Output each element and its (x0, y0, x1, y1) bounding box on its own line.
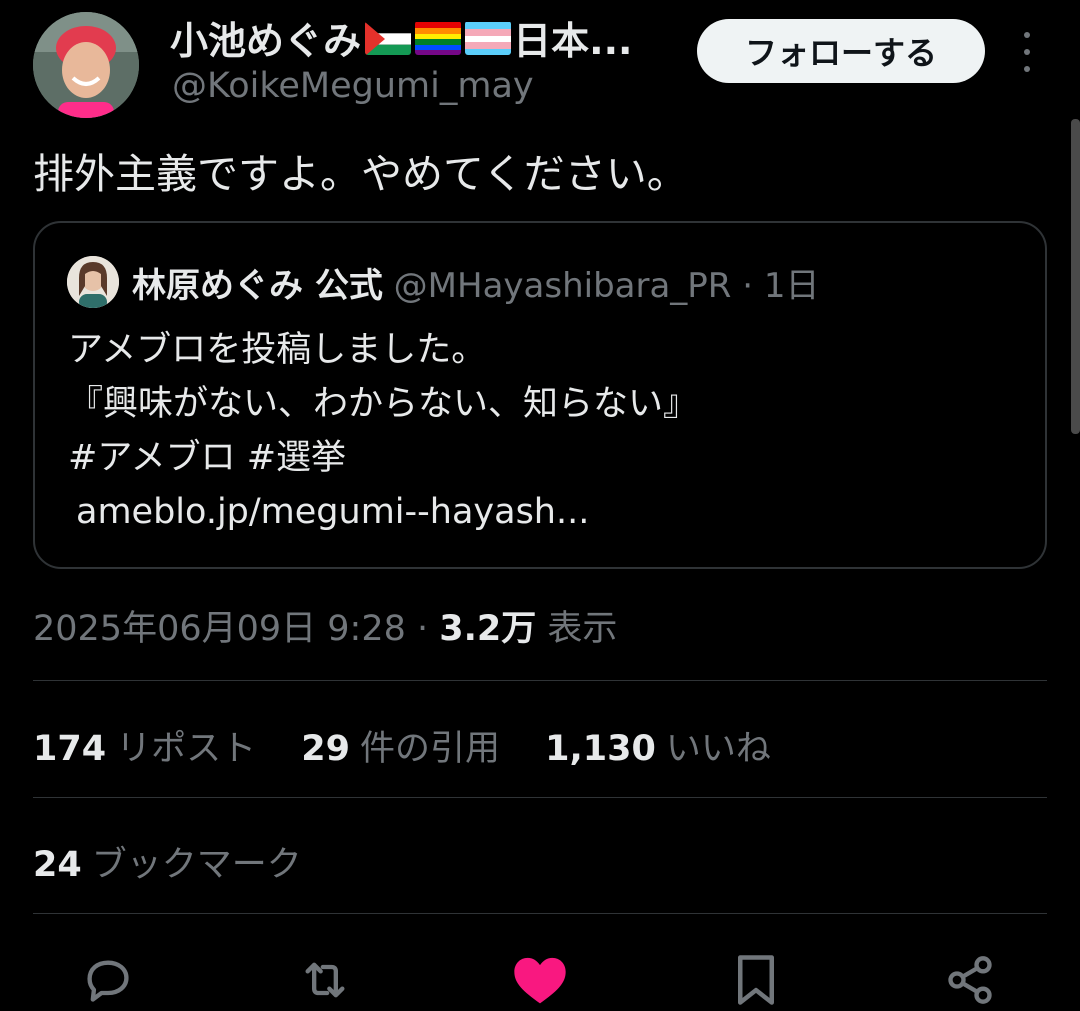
engagement-stats: 174 リポスト 29 件の引用 1,130 いいね (33, 720, 805, 771)
meta-separator: · (405, 609, 440, 649)
author-name[interactable]: 小池めぐみ 日本... (170, 10, 632, 65)
divider (33, 680, 1047, 681)
likes-stat[interactable]: 1,130 いいね (545, 729, 771, 769)
quoted-separator: · (731, 266, 764, 306)
like-icon (514, 957, 566, 1004)
repost-icon (305, 962, 345, 998)
reposts-stat[interactable]: 174 リポスト (33, 729, 256, 769)
bookmarks-label: ブックマーク (91, 845, 302, 885)
transgender-flag-icon (465, 21, 512, 55)
quoted-link[interactable]: ameblo.jp/megumi--hayash... (76, 485, 698, 539)
repost-button[interactable] (295, 950, 355, 1010)
quoted-author-handle[interactable]: @MHayashibara_PR (394, 266, 732, 306)
share-icon (948, 956, 992, 1004)
more-options-icon[interactable] (1017, 32, 1037, 72)
quoted-hashtags[interactable]: #アメブロ #選挙 (68, 431, 698, 485)
reposts-count: 174 (33, 729, 107, 769)
quoted-author-avatar (67, 256, 119, 308)
quoted-tweet-header: 林原めぐみ 公式 @MHayashibara_PR · 1日 (132, 258, 820, 307)
quoted-tweet-card[interactable]: 林原めぐみ 公式 @MHayashibara_PR · 1日 アメブロを投稿しま… (33, 221, 1047, 569)
likes-label: いいね (665, 729, 771, 769)
author-avatar[interactable] (33, 12, 139, 118)
bookmark-button[interactable] (726, 950, 786, 1010)
palestine-flag-icon (365, 21, 412, 55)
views-label: 表示 (547, 609, 618, 649)
author-handle[interactable]: @KoikeMegumi_may (172, 66, 534, 106)
quotes-stat[interactable]: 29 件の引用 (301, 729, 500, 769)
bookmark-icon (738, 955, 774, 1005)
quoted-line: アメブロを投稿しました。 (68, 330, 487, 370)
scrollbar[interactable] (1071, 119, 1080, 434)
quoted-author-name[interactable]: 林原めぐみ 公式 (132, 266, 383, 306)
author-display-name: 小池めぐみ (170, 19, 362, 63)
tweet-datetime[interactable]: 2025年06月09日 9:28 (33, 609, 406, 649)
quoted-line: 『興味がない、わからない、知らない』 (68, 384, 699, 424)
author-name-suffix: 日本... (513, 19, 633, 63)
divider (33, 797, 1047, 798)
tweet-text: 排外主義ですよ。やめてください。 (33, 150, 688, 198)
quotes-label: 件の引用 (359, 729, 500, 769)
rainbow-flag-icon (415, 21, 462, 55)
reply-icon (87, 960, 129, 1002)
like-button[interactable] (510, 950, 570, 1010)
quoted-tweet-age: 1日 (763, 266, 820, 306)
bookmarks-count: 24 (33, 845, 82, 885)
follow-button[interactable]: フォローする (697, 19, 985, 83)
likes-count: 1,130 (545, 729, 656, 769)
views-count: 3.2万 (439, 609, 537, 649)
reposts-label: リポスト (116, 729, 257, 769)
share-button[interactable] (940, 950, 1000, 1010)
quoted-tweet-body: アメブロを投稿しました。 『興味がない、わからない、知らない』 #アメブロ #選… (68, 323, 698, 539)
divider (33, 913, 1047, 914)
reply-button[interactable] (78, 950, 138, 1010)
tweet-meta: 2025年06月09日 9:28 · 3.2万 表示 (33, 600, 617, 651)
quotes-count: 29 (301, 729, 350, 769)
bookmarks-stat[interactable]: 24 ブックマーク (33, 836, 302, 887)
